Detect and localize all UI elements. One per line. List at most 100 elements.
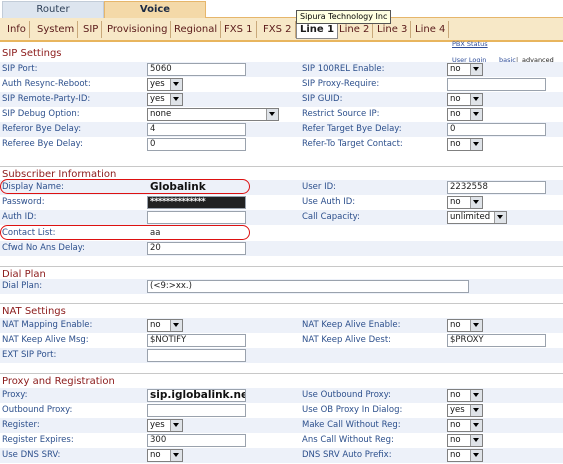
refer-to-target-select[interactable]: no: [447, 138, 483, 151]
user-id-input[interactable]: 2232558: [447, 181, 546, 194]
table-row: Outbound Proxy: Use OB Proxy In Dialog: …: [0, 403, 563, 418]
tab-info[interactable]: Info: [4, 21, 30, 38]
chevron-down-icon: [470, 94, 482, 105]
nat-keep-alive-msg-input[interactable]: $NOTIFY: [147, 334, 246, 347]
tab-router[interactable]: Router: [2, 1, 104, 18]
section-sip-settings: SIP Settings: [2, 48, 62, 59]
ans-call-without-reg-select[interactable]: no: [447, 434, 483, 447]
contact-list-label: Contact List:: [2, 228, 56, 238]
tab-provisioning[interactable]: Provisioning: [104, 21, 172, 38]
sip-100rel-select[interactable]: no: [447, 63, 483, 76]
table-row: Auth ID: Call Capacity: unlimited: [0, 210, 563, 225]
use-dns-srv-select[interactable]: no: [147, 449, 183, 462]
use-outbound-proxy-select[interactable]: no: [447, 389, 483, 402]
tab-regional[interactable]: Regional: [171, 21, 222, 38]
refer-target-bye-input[interactable]: 0: [447, 123, 546, 136]
use-auth-id-select[interactable]: no: [447, 196, 483, 209]
chevron-down-icon: [470, 139, 482, 150]
ext-sip-port-label: EXT SIP Port:: [2, 350, 57, 360]
sip-proxy-require-input[interactable]: [447, 78, 546, 91]
call-capacity-select[interactable]: unlimited: [447, 211, 507, 224]
make-call-without-reg-label: Make Call Without Reg:: [302, 420, 401, 430]
chevron-down-icon: [470, 197, 482, 208]
make-call-without-reg-select[interactable]: no: [447, 419, 483, 432]
table-row: Proxy: sip.iglobalink.net Use Outbound P…: [0, 388, 563, 403]
referee-bye-input[interactable]: 0: [147, 138, 246, 151]
table-row: Dial Plan: (<9:>xx.): [0, 279, 563, 294]
cfwd-label: Cfwd No Ans Delay:: [2, 243, 86, 253]
table-row: Password: ************** Use Auth ID: no: [0, 195, 563, 210]
display-name-label: Display Name:: [2, 182, 64, 192]
table-row: NAT Keep Alive Msg: $NOTIFY NAT Keep Ali…: [0, 333, 563, 348]
dns-srv-auto-prefix-select[interactable]: no: [447, 449, 483, 462]
chevron-down-icon: [470, 390, 482, 401]
register-label: Register:: [2, 420, 40, 430]
sip-remote-party-label: SIP Remote-Party-ID:: [2, 94, 91, 104]
top-tab-bar: Router Voice: [0, 0, 563, 18]
tab-system[interactable]: System: [34, 21, 79, 38]
display-name-input[interactable]: Globalink: [147, 181, 246, 194]
user-id-label: User ID:: [302, 182, 336, 192]
sip-port-input[interactable]: 5060: [147, 63, 246, 76]
tab-sip[interactable]: SIP: [80, 21, 103, 38]
tab-voice[interactable]: Voice: [104, 1, 206, 18]
referor-bye-label: Referor Bye Delay:: [2, 124, 82, 134]
password-input[interactable]: **************: [147, 196, 246, 209]
table-row: SIP Port: 5060 SIP 100REL Enable: no: [0, 62, 563, 77]
tab-fxs2[interactable]: FXS 2: [260, 21, 296, 38]
contact-list-input[interactable]: aa: [147, 227, 469, 240]
dns-srv-auto-prefix-label: DNS SRV Auto Prefix:: [302, 450, 392, 460]
register-select[interactable]: yes: [147, 419, 183, 432]
auth-resync-label: Auth Resync-Reboot:: [2, 79, 91, 89]
dial-plan-label: Dial Plan:: [2, 281, 43, 291]
chevron-down-icon: [170, 79, 182, 90]
cfwd-input[interactable]: 20: [147, 242, 246, 255]
sip-guid-label: SIP GUID:: [302, 94, 343, 104]
table-row: Referor Bye Delay: 4 Refer Target Bye De…: [0, 122, 563, 137]
restrict-source-ip-select[interactable]: no: [447, 108, 483, 121]
section-proxy: Proxy and Registration: [0, 373, 563, 389]
use-ob-proxy-dialog-select[interactable]: yes: [447, 404, 483, 417]
restrict-source-ip-label: Restrict Source IP:: [302, 109, 380, 119]
nat-mapping-label: NAT Mapping Enable:: [2, 320, 93, 330]
chevron-down-icon: [470, 109, 482, 120]
call-capacity-label: Call Capacity:: [302, 212, 360, 222]
proxy-input[interactable]: sip.iglobalink.net: [147, 389, 246, 402]
register-expires-input[interactable]: 300: [147, 434, 246, 447]
sip-proxy-require-label: SIP Proxy-Require:: [302, 79, 380, 89]
sip-debug-select[interactable]: none: [147, 108, 279, 121]
refer-to-target-label: Refer-To Target Contact:: [302, 139, 403, 149]
table-row: NAT Mapping Enable: no NAT Keep Alive En…: [0, 318, 563, 333]
use-dns-srv-label: Use DNS SRV:: [2, 450, 61, 460]
use-outbound-proxy-label: Use Outbound Proxy:: [302, 390, 391, 400]
tab-line4[interactable]: Line 4: [412, 21, 450, 38]
table-row: Use DNS SRV: no DNS SRV Auto Prefix: no: [0, 448, 563, 463]
dial-plan-input[interactable]: (<9:>xx.): [147, 280, 469, 293]
chevron-down-icon: [170, 94, 182, 105]
chevron-down-icon: [170, 320, 182, 331]
nat-keep-alive-enable-label: NAT Keep Alive Enable:: [302, 320, 401, 330]
auth-id-input[interactable]: [147, 211, 246, 224]
nat-keep-alive-enable-select[interactable]: no: [447, 319, 483, 332]
sip-port-label: SIP Port:: [2, 64, 38, 74]
auth-resync-select[interactable]: yes: [147, 78, 183, 91]
outbound-proxy-label: Outbound Proxy:: [2, 405, 73, 415]
tab-fxs1[interactable]: FXS 1: [221, 21, 257, 38]
table-row: Auth Resync-Reboot: yes SIP Proxy-Requir…: [0, 77, 563, 92]
chevron-down-icon: [470, 435, 482, 446]
chevron-down-icon: [170, 450, 182, 461]
nat-keep-alive-dest-input[interactable]: $PROXY: [447, 334, 546, 347]
ext-sip-port-input[interactable]: [147, 349, 246, 362]
table-row: SIP Debug Option: none Restrict Source I…: [0, 107, 563, 122]
table-row: EXT SIP Port:: [0, 348, 563, 363]
chevron-down-icon: [470, 320, 482, 331]
outbound-proxy-input[interactable]: [147, 404, 246, 417]
section-nat: NAT Settings: [0, 303, 563, 319]
sip-remote-party-select[interactable]: yes: [147, 93, 183, 106]
sip-debug-label: SIP Debug Option:: [2, 109, 80, 119]
table-row: SIP Remote-Party-ID: yes SIP GUID: no: [0, 92, 563, 107]
referor-bye-input[interactable]: 4: [147, 123, 246, 136]
sip-guid-select[interactable]: no: [447, 93, 483, 106]
nat-mapping-select[interactable]: no: [147, 319, 183, 332]
register-expires-label: Register Expires:: [2, 435, 74, 445]
